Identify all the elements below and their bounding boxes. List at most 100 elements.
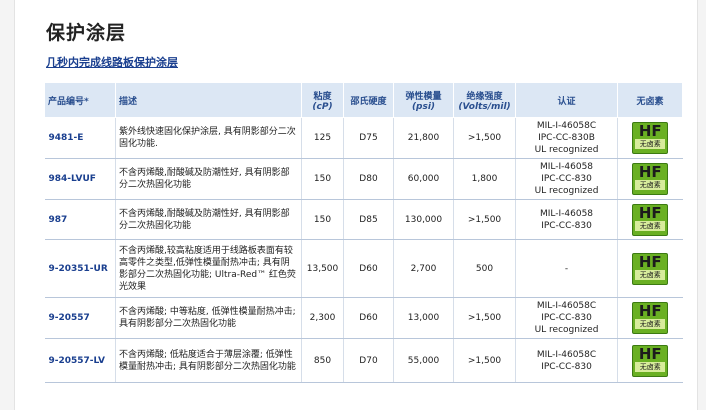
halogen-free-cell: HF 无卤素	[617, 117, 683, 159]
certification-cell: MIL-I-46058 IPC-CC-830	[515, 199, 618, 240]
part-number-link[interactable]: 984-LVUF	[44, 158, 116, 200]
dielectric-cell: 500	[453, 239, 516, 298]
modulus-cell: 130,000	[393, 199, 454, 240]
halogen-free-badge-icon: HF 无卤素	[632, 302, 669, 334]
dielectric-cell: >1,500	[453, 117, 516, 159]
certification-item: IPC-CC-830	[541, 220, 592, 231]
hf-badge-text: HF	[638, 203, 662, 222]
hardness-cell: D80	[343, 158, 394, 200]
modulus-unit: (psi)	[411, 101, 436, 112]
viscosity-label: 粘度	[313, 91, 332, 102]
hf-badge-text: HF	[638, 163, 662, 181]
dielectric-cell: >1,500	[453, 199, 516, 240]
certification-item: MIL-I-46058C	[536, 301, 597, 311]
hf-badge-text: HF	[638, 302, 662, 320]
hf-badge-subtext: 无卤素	[635, 319, 666, 329]
description-cell: 不含丙烯酸; 低粘度适合于薄层涂覆; 低弹性模量耐热冲击; 具有阴影部分二次热固…	[115, 338, 302, 383]
dielectric-label: 绝缘强度	[466, 91, 503, 102]
col-header-desc: 描述	[115, 82, 302, 118]
viscosity-cell: 150	[301, 158, 344, 200]
hardness-cell: D60	[343, 297, 394, 339]
part-number-link[interactable]: 9-20557	[44, 297, 116, 339]
hardness-cell: D70	[343, 338, 394, 383]
coating-link[interactable]: 几秒内完成线路板保护涂层	[46, 54, 178, 70]
certification-item: MIL-I-46058	[539, 208, 594, 219]
modulus-cell: 21,800	[393, 117, 454, 159]
dielectric-unit: (Volts/mil)	[458, 101, 511, 112]
col-header-modulus: 弹性模量 (psi)	[393, 82, 454, 118]
certification-cell: -	[515, 239, 618, 298]
hf-badge-subtext: 无卤素	[635, 220, 666, 231]
certification-cell: MIL-I-46058 IPC-CC-830 UL recognized	[515, 158, 618, 200]
table-row: 987 不含丙烯酸,耐酸碱及防潮性好, 具有阴影部分二次热固化功能 150 D85 13…	[44, 199, 683, 240]
part-number-link[interactable]: 9481-E	[44, 117, 116, 159]
footer-note	[46, 402, 346, 410]
table-row: 9-20557 不含丙烯酸; 中等粘度, 低弹性模量耐热冲击; 具有阴影部分二次热…	[44, 297, 683, 339]
modulus-cell: 13,000	[393, 297, 454, 339]
certification-cell: MIL-I-46058C IPC-CC-830B UL recognized	[515, 117, 618, 159]
halogen-free-badge-icon: HF 无卤素	[632, 163, 669, 195]
hf-badge-text: HF	[638, 122, 662, 140]
hf-badge-text: HF	[638, 252, 662, 271]
table-row: 9-20557-LV 不含丙烯酸; 低粘度适合于薄层涂覆; 低弹性模量耐热冲击; …	[44, 338, 683, 383]
dielectric-cell: >1,500	[453, 338, 516, 383]
description-cell: 不含丙烯酸,耐酸碱及防潮性好, 具有阴影部分二次热固化功能	[115, 199, 302, 240]
certification-cell: MIL-I-46058C IPC-CC-830 UL recognized	[515, 297, 618, 339]
product-table: 产品编号* 描述 粘度 (cP) 邵氏硬度 弹性模量 (psi) 绝缘强度 (Volt…	[44, 82, 683, 383]
halogen-free-badge-icon: HF 无卤素	[632, 252, 669, 285]
viscosity-cell: 2,300	[301, 297, 344, 339]
certification-item: UL recognized	[534, 325, 599, 335]
hardness-cell: D75	[343, 117, 394, 159]
modulus-cell: 60,000	[393, 158, 454, 200]
halogen-free-badge-icon: HF 无卤素	[632, 122, 669, 154]
certification-cell: MIL-I-46058C IPC-CC-830	[515, 338, 618, 383]
description-cell: 不含丙烯酸,耐酸碱及防潮性好, 具有阴影部分二次热固化功能	[115, 158, 302, 200]
description-cell: 紫外线快速固化保护涂层, 具有阴影部分二次固化功能.	[115, 117, 302, 159]
certification-item: IPC-CC-830	[541, 361, 592, 372]
viscosity-cell: 850	[301, 338, 344, 383]
halogen-free-cell: HF 无卤素	[617, 338, 683, 383]
modulus-cell: 2,700	[393, 239, 454, 298]
certification-item: MIL-I-46058C	[536, 121, 597, 131]
hardness-cell: D85	[343, 199, 394, 240]
certification-item: MIL-I-46058C	[536, 349, 597, 360]
page-title: 保护涂层	[46, 22, 127, 44]
hf-badge-subtext: 无卤素	[635, 139, 666, 149]
part-number-link[interactable]: 9-20351-UR	[44, 239, 116, 298]
col-header-hardness: 邵氏硬度	[343, 82, 394, 118]
viscosity-cell: 125	[301, 117, 344, 159]
col-header-part: 产品编号*	[44, 82, 116, 118]
hf-badge-subtext: 无卤素	[635, 269, 666, 280]
dielectric-cell: 1,800	[453, 158, 516, 200]
viscosity-cell: 13,500	[301, 239, 344, 298]
halogen-free-cell: HF 无卤素	[617, 297, 683, 339]
viscosity-cell: 150	[301, 199, 344, 240]
certification-item: IPC-CC-830B	[538, 133, 595, 143]
halogen-free-cell: HF 无卤素	[617, 158, 683, 200]
certification-item: -	[564, 263, 569, 274]
hf-badge-text: HF	[638, 344, 662, 363]
hardness-cell: D60	[343, 239, 394, 298]
modulus-label: 弹性模量	[405, 91, 442, 102]
hf-badge-subtext: 无卤素	[635, 180, 666, 190]
right-frame	[697, 0, 706, 410]
table-row: 984-LVUF 不含丙烯酸,耐酸碱及防潮性好, 具有阴影部分二次热固化功能 150…	[44, 158, 683, 200]
col-header-cert: 认证	[515, 82, 618, 118]
part-number-link[interactable]: 987	[44, 199, 116, 240]
col-header-dielectric: 绝缘强度 (Volts/mil)	[453, 82, 516, 118]
certification-item: IPC-CC-830	[541, 313, 592, 323]
halogen-free-cell: HF 无卤素	[617, 239, 683, 298]
certification-item: UL recognized	[534, 145, 599, 155]
halogen-free-cell: HF 无卤素	[617, 199, 683, 240]
col-header-viscosity: 粘度 (cP)	[301, 82, 344, 118]
table-header-row: 产品编号* 描述 粘度 (cP) 邵氏硬度 弹性模量 (psi) 绝缘强度 (Volt…	[44, 82, 683, 118]
viscosity-unit: (cP)	[312, 101, 333, 112]
certification-item: IPC-CC-830	[541, 174, 592, 184]
table-row: 9-20351-UR 不含丙烯酸,较高粘度适用于线路板表面有较高零件之类型,低弹性…	[44, 239, 683, 298]
hf-badge-subtext: 无卤素	[635, 361, 666, 372]
part-number-link[interactable]: 9-20557-LV	[44, 338, 116, 383]
modulus-cell: 55,000	[393, 338, 454, 383]
certification-item: UL recognized	[534, 186, 599, 196]
description-cell: 不含丙烯酸; 中等粘度, 低弹性模量耐热冲击; 具有阴影部分二次热固化功能	[115, 297, 302, 339]
left-frame	[0, 0, 15, 410]
